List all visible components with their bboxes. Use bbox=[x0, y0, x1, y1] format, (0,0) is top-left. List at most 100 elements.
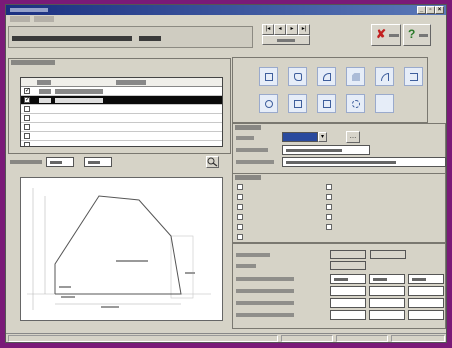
editor-field-label-2 bbox=[236, 148, 268, 152]
close-label-smudge bbox=[389, 34, 399, 37]
bore-input[interactable] bbox=[330, 274, 366, 284]
work-list-row[interactable] bbox=[21, 114, 222, 123]
work-list[interactable]: ✓ ✓ bbox=[20, 77, 223, 147]
bore-input[interactable] bbox=[330, 310, 366, 320]
magnifier-icon bbox=[207, 157, 218, 167]
dimension-input[interactable] bbox=[330, 261, 366, 270]
coord-x-input[interactable] bbox=[46, 157, 74, 167]
close-button[interactable]: ✘ bbox=[371, 24, 401, 46]
first-record-button[interactable]: |◂ bbox=[262, 24, 274, 35]
dimension-input[interactable] bbox=[330, 250, 366, 259]
bore-input[interactable] bbox=[408, 298, 444, 308]
title-bar[interactable]: _ ▫ × bbox=[6, 5, 446, 15]
work-list-row[interactable]: ✓ bbox=[21, 87, 222, 96]
row-checkbox[interactable]: ✓ bbox=[24, 88, 30, 94]
zoom-button[interactable] bbox=[206, 156, 219, 168]
parameters-frame bbox=[232, 173, 446, 243]
editor-field-1-dropdown[interactable]: ▾ bbox=[318, 132, 327, 142]
rect-slot-tool-button[interactable] bbox=[317, 94, 336, 113]
row-description bbox=[55, 89, 103, 94]
bore-input[interactable] bbox=[369, 274, 405, 284]
coords-label bbox=[10, 160, 42, 164]
row-checkbox[interactable] bbox=[24, 115, 30, 121]
bracket-tool-icon bbox=[410, 73, 418, 81]
bore-input[interactable] bbox=[408, 286, 444, 296]
parameter-checkbox[interactable] bbox=[237, 194, 243, 200]
curve-tool-button[interactable] bbox=[375, 67, 394, 86]
bore-input[interactable] bbox=[330, 286, 366, 296]
editor-field-3-input[interactable] bbox=[282, 157, 446, 167]
editor-lookup-button[interactable]: … bbox=[346, 131, 360, 143]
bore-input[interactable] bbox=[369, 310, 405, 320]
gear-hole-tool-button[interactable] bbox=[346, 94, 365, 113]
circle-tool-button[interactable] bbox=[259, 94, 278, 113]
parameter-checkbox[interactable] bbox=[237, 234, 243, 240]
help-button[interactable]: ? bbox=[403, 24, 431, 46]
prev-record-button[interactable]: ◂ bbox=[274, 24, 286, 35]
menu-item-2[interactable] bbox=[34, 16, 54, 22]
row-checkbox[interactable] bbox=[24, 106, 30, 112]
bore-input[interactable] bbox=[330, 298, 366, 308]
last-record-button[interactable]: ▸| bbox=[298, 24, 310, 35]
row-checkbox[interactable]: ✓ bbox=[24, 97, 30, 103]
empty-tool-icon bbox=[381, 100, 389, 108]
coord-y-input[interactable] bbox=[84, 157, 112, 167]
parameter-checkbox[interactable] bbox=[326, 224, 332, 230]
bracket-tool-button[interactable] bbox=[404, 67, 423, 86]
menu-item-1[interactable] bbox=[10, 16, 30, 22]
close-icon[interactable]: × bbox=[435, 6, 444, 14]
rounded-corner-tool-button[interactable] bbox=[288, 67, 307, 86]
parameter-checkbox[interactable] bbox=[326, 204, 332, 210]
row-checkbox[interactable] bbox=[24, 133, 30, 139]
editor-field-2-input[interactable] bbox=[282, 145, 370, 155]
parameter-checkbox[interactable] bbox=[326, 184, 332, 190]
position-number-smudge bbox=[139, 36, 161, 41]
row-checkbox[interactable] bbox=[24, 142, 30, 146]
bore-label bbox=[236, 289, 294, 293]
next-record-button[interactable]: ▸ bbox=[286, 24, 298, 35]
bore-input[interactable] bbox=[408, 274, 444, 284]
select-button[interactable] bbox=[262, 35, 310, 45]
parameter-checkbox[interactable] bbox=[237, 184, 243, 190]
work-list-header bbox=[21, 78, 222, 87]
editor-caption bbox=[235, 125, 261, 130]
arc-tool-button[interactable] bbox=[317, 67, 336, 86]
menu-bar bbox=[6, 15, 446, 24]
square-hole-tool-button[interactable] bbox=[288, 94, 307, 113]
minimize-icon[interactable]: _ bbox=[417, 6, 426, 14]
window-title-smudge bbox=[10, 8, 48, 12]
coord-x-smudge bbox=[50, 161, 62, 164]
editor-field-label-1 bbox=[236, 136, 254, 140]
work-list-row[interactable] bbox=[21, 105, 222, 114]
row-checkbox[interactable] bbox=[24, 124, 30, 130]
status-panel-2 bbox=[281, 335, 333, 342]
bore-input[interactable] bbox=[369, 286, 405, 296]
dimension-label bbox=[236, 253, 270, 257]
work-list-row[interactable] bbox=[21, 123, 222, 132]
maximize-icon[interactable]: ▫ bbox=[426, 6, 435, 14]
bore-input[interactable] bbox=[408, 310, 444, 320]
row-number bbox=[39, 98, 51, 103]
bevel-tool-button[interactable] bbox=[346, 67, 365, 86]
bore-label bbox=[236, 313, 294, 317]
rectangle-tool-button[interactable] bbox=[259, 67, 278, 86]
editor-field-1-select[interactable] bbox=[282, 132, 318, 142]
empty-tool-button[interactable] bbox=[375, 94, 394, 113]
work-list-row[interactable] bbox=[21, 141, 222, 146]
parameter-checkbox[interactable] bbox=[237, 214, 243, 220]
status-bar bbox=[6, 333, 446, 342]
profile-sketch[interactable] bbox=[20, 177, 223, 321]
parameter-checkbox[interactable] bbox=[237, 204, 243, 210]
dimension-input[interactable] bbox=[370, 250, 406, 259]
column-header-number bbox=[37, 80, 51, 85]
parameter-checkbox[interactable] bbox=[237, 224, 243, 230]
work-list-row[interactable]: ✓ bbox=[21, 96, 222, 105]
work-list-row[interactable] bbox=[21, 132, 222, 141]
arc-tool-icon bbox=[323, 73, 331, 81]
bore-input[interactable] bbox=[369, 298, 405, 308]
parameter-checkbox[interactable] bbox=[326, 194, 332, 200]
dimension-label-1 bbox=[116, 260, 148, 262]
parameter-checkbox[interactable] bbox=[326, 214, 332, 220]
bevel-tool-icon bbox=[352, 73, 360, 81]
editor-field-3-smudge bbox=[286, 161, 396, 164]
